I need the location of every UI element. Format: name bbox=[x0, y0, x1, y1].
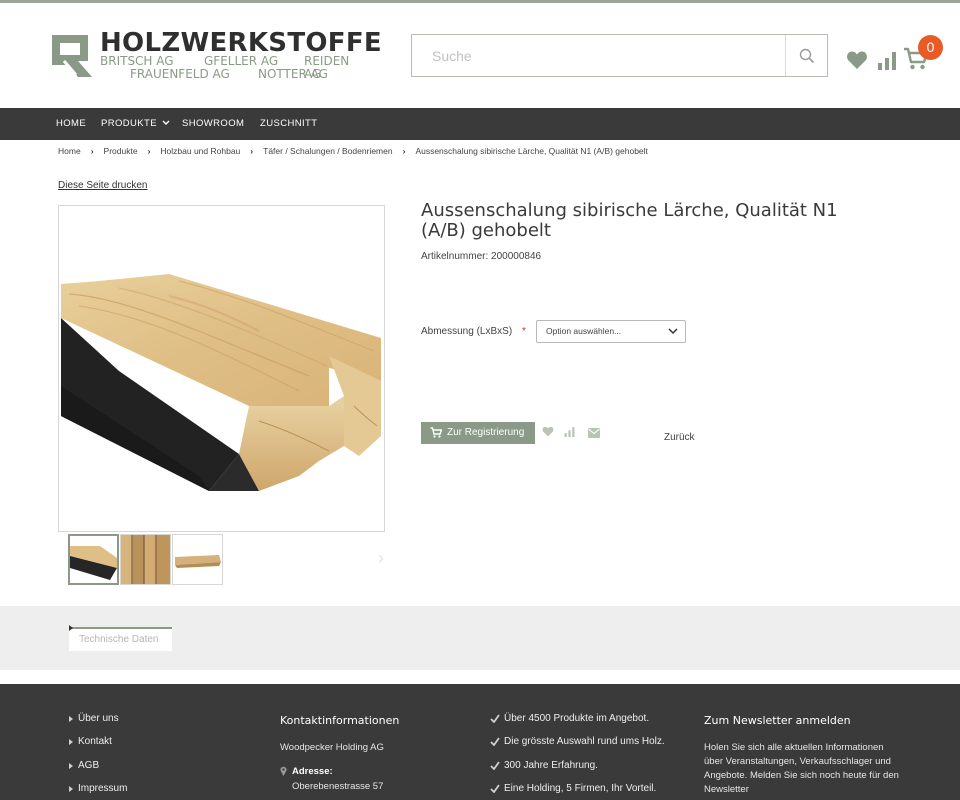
breadcrumb: Home › Produkte › Holzbau und Rohbau › Täfer /… bbox=[58, 146, 648, 158]
search-button[interactable] bbox=[785, 35, 827, 76]
breadcrumb-item[interactable]: Produkte bbox=[104, 146, 138, 156]
chevron-down-icon bbox=[162, 120, 170, 125]
search-input[interactable] bbox=[412, 35, 784, 76]
usp-item: 300 Jahre Erfahrung. bbox=[504, 760, 598, 771]
chevron-right-icon: › bbox=[90, 146, 94, 156]
back-link[interactable]: Zurück bbox=[664, 432, 695, 443]
caret-right-icon bbox=[69, 786, 73, 792]
caret-right-icon bbox=[69, 716, 73, 722]
wood-boards-image bbox=[61, 274, 381, 491]
bar-chart-icon[interactable] bbox=[877, 50, 897, 70]
contact-heading: Kontaktinformationen bbox=[280, 714, 400, 727]
nav-item-zuschnitt[interactable]: ZUSCHNITT bbox=[260, 108, 317, 140]
breadcrumb-item[interactable]: Holzbau und Rohbau bbox=[160, 146, 240, 156]
heart-icon[interactable] bbox=[846, 50, 868, 70]
company-name: NOTTER AG bbox=[258, 67, 328, 81]
dimension-select[interactable]: Option auswählen... bbox=[536, 320, 686, 343]
nav-item-home[interactable]: HOME bbox=[56, 108, 86, 140]
breadcrumb-item[interactable]: Täfer / Schalungen / Bodenriemen bbox=[263, 146, 392, 156]
check-icon bbox=[490, 714, 500, 723]
usp-item: Über 4500 Produkte im Angebot. bbox=[504, 713, 650, 724]
product-thumbnail[interactable] bbox=[120, 534, 171, 585]
logo-mark-icon bbox=[52, 35, 92, 77]
footer-link-kontakt[interactable]: Kontakt bbox=[78, 736, 112, 747]
chevron-right-icon: › bbox=[250, 146, 254, 156]
chevron-right-icon: › bbox=[402, 146, 406, 156]
nav-item-showroom[interactable]: SHOWROOM bbox=[182, 108, 244, 140]
product-sku: Artikelnummer: 200000846 bbox=[421, 251, 541, 262]
check-icon bbox=[490, 737, 500, 746]
cart-icon bbox=[430, 427, 442, 438]
register-button[interactable]: Zur Registrierung bbox=[421, 422, 535, 444]
sku-label: Artikelnummer: bbox=[421, 251, 489, 262]
chevron-right-icon[interactable]: › bbox=[378, 548, 384, 569]
tab-active-marker bbox=[69, 625, 73, 631]
caret-right-icon bbox=[69, 739, 73, 745]
thumbnail-image bbox=[70, 536, 117, 583]
product-thumbnail[interactable] bbox=[172, 534, 223, 585]
main-navigation: HOME PRODUKTE SHOWROOM ZUSCHNITT bbox=[0, 108, 960, 140]
chevron-down-icon bbox=[668, 328, 678, 335]
nav-item-label: PRODUKTE bbox=[101, 118, 157, 129]
option-label: Abmessung (LxBxS) bbox=[421, 326, 513, 337]
bar-chart-icon[interactable] bbox=[564, 426, 575, 437]
print-page-link[interactable]: Diese Seite drucken bbox=[58, 180, 148, 191]
company-name: FRAUENFELD AG bbox=[130, 67, 230, 81]
tab-technische-daten[interactable]: Technische Daten bbox=[69, 627, 172, 651]
footer-link-agb[interactable]: AGB bbox=[78, 760, 99, 771]
site-footer: Über uns Kontakt AGB Impressum Kontaktin… bbox=[0, 684, 960, 800]
search-icon bbox=[799, 48, 814, 63]
envelope-icon[interactable] bbox=[588, 428, 600, 438]
register-label: Zur Registrierung bbox=[447, 427, 525, 438]
breadcrumb-item[interactable]: Home bbox=[58, 146, 81, 156]
brand-logo[interactable]: HOLZWERKSTOFFE BRITSCH AG GFELLER AG REI… bbox=[48, 29, 382, 85]
select-value: Option auswählen... bbox=[546, 326, 622, 336]
caret-right-icon bbox=[69, 763, 73, 769]
cart-count-badge: 0 bbox=[918, 35, 943, 60]
footer-link-impressum[interactable]: Impressum bbox=[78, 783, 127, 794]
newsletter-text: Holen Sie sich alle aktuellen Informatio… bbox=[704, 742, 899, 795]
brand-title: HOLZWERKSTOFFE bbox=[100, 28, 382, 58]
usp-item: Eine Holding, 5 Firmen, Ihr Vorteil. bbox=[504, 783, 657, 794]
sku-value: 200000846 bbox=[491, 251, 542, 262]
address-line: Oberebenestrasse 57 bbox=[292, 781, 384, 792]
search-box bbox=[411, 34, 828, 77]
thumbnail-image bbox=[121, 535, 170, 584]
company-name: Woodpecker Holding AG bbox=[280, 742, 384, 753]
product-thumbnail[interactable] bbox=[68, 534, 119, 585]
heart-icon[interactable] bbox=[542, 426, 554, 437]
map-pin-icon bbox=[280, 766, 287, 776]
nav-item-produkte[interactable]: PRODUKTE bbox=[101, 108, 170, 140]
footer-link-ueber-uns[interactable]: Über uns bbox=[78, 713, 119, 724]
chevron-right-icon: › bbox=[147, 146, 151, 156]
site-header: HOLZWERKSTOFFE BRITSCH AG GFELLER AG REI… bbox=[0, 3, 960, 108]
address-label: Adresse: bbox=[292, 766, 333, 777]
newsletter-heading: Zum Newsletter anmelden bbox=[704, 714, 851, 727]
product-image[interactable] bbox=[58, 205, 385, 532]
check-icon bbox=[490, 761, 500, 770]
thumbnail-image bbox=[173, 535, 222, 584]
required-marker: * bbox=[522, 326, 526, 337]
usp-item: Die grösste Auswahl rund ums Holz. bbox=[504, 736, 665, 747]
product-title: Aussenschalung sibirische Lärche, Qualit… bbox=[421, 200, 838, 241]
breadcrumb-current: Aussenschalung sibirische Lärche, Qualit… bbox=[415, 146, 648, 156]
check-icon bbox=[490, 784, 500, 793]
